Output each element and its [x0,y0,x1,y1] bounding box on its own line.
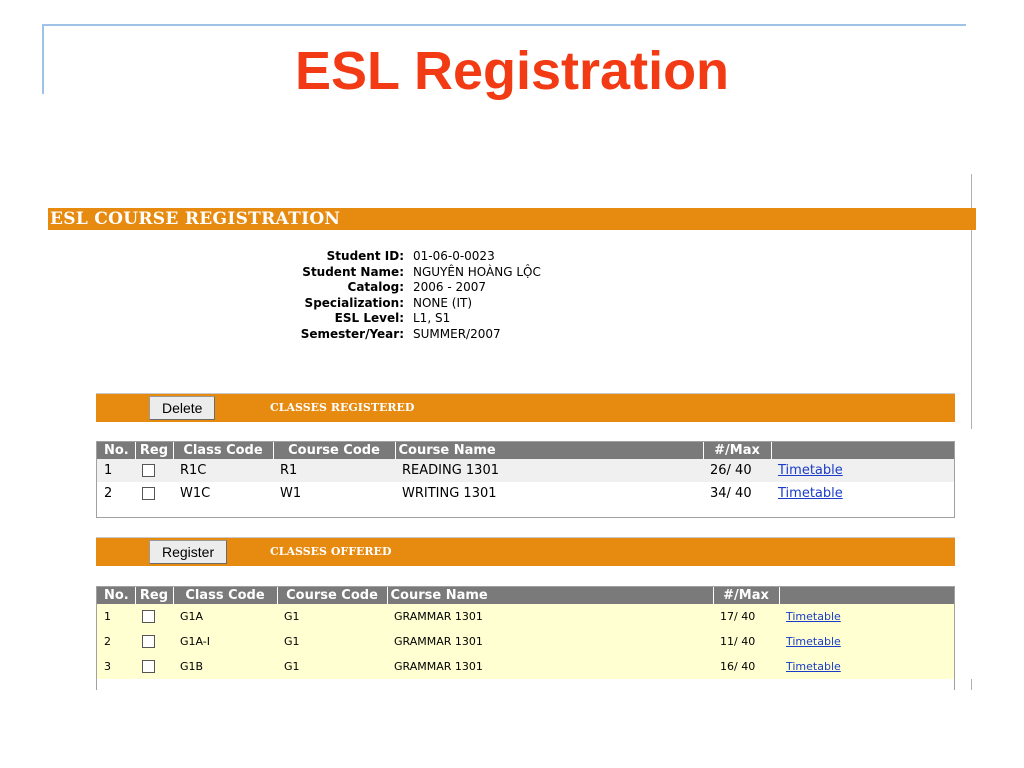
timetable-link[interactable]: Timetable [786,660,841,673]
col-count-max: #/Max [702,442,771,459]
enrollment-count: 34/ 40 [703,482,771,505]
offered-table: No. Reg Class Code Course Code Course Na… [97,587,954,679]
row-number: 2 [97,629,135,654]
col-no: No. [97,587,135,604]
course-code: W1 [273,482,395,505]
row-number: 3 [97,654,135,679]
col-reg: Reg [134,442,173,459]
semester-year-label: Semester/Year: [300,326,404,341]
registration-screenshot: ESL COURSE REGISTRATION Student ID: Stud… [48,174,976,690]
reg-cell [135,604,173,629]
register-button[interactable]: Register [149,540,228,564]
timetable-cell: Timetable [779,629,954,654]
window-edge-lower [971,679,972,690]
col-course-name: Course Name [386,587,713,604]
esl-level-value: L1, S1 [413,311,451,325]
slide-title: ESL Registration [294,41,730,101]
course-code: R1 [273,459,395,482]
specialization-label: Specialization: [304,295,404,310]
slide-border-top [42,24,966,26]
reg-cell [135,654,173,679]
student-info-values: 01-06-0-0023 NGUYÊN HOÀNG LỘC 2006 - 200… [413,249,541,342]
col-actions [778,587,954,604]
timetable-cell: Timetable [779,654,954,679]
col-reg: Reg [134,587,173,604]
reg-cell [135,629,173,654]
registered-table: No. Reg Class Code Course Code Course Na… [97,442,954,505]
col-course-code: Course Code [276,587,387,604]
course-code: G1 [277,629,387,654]
catalog-value: 2006 - 2007 [413,280,487,294]
table-row: 2 W1C W1 WRITING 1301 34/ 40 Timetable [97,482,954,505]
timetable-link[interactable]: Timetable [778,463,843,478]
course-name: GRAMMAR 1301 [387,654,713,679]
course-code: G1 [277,604,387,629]
specialization-value: NONE (IT) [413,295,473,310]
reg-checkbox[interactable] [142,610,155,624]
reg-checkbox[interactable] [142,464,155,477]
col-count-max: #/Max [712,587,779,604]
class-code: R1C [173,459,273,482]
student-name-value: NGUYÊN HOÀNG LỘC [413,264,541,279]
semester-year-value: SUMMER/2007 [413,326,501,341]
class-code: W1C [173,482,273,505]
course-name: GRAMMAR 1301 [387,629,713,654]
table-row: 1 R1C R1 READING 1301 26/ 40 Timetable [97,459,954,482]
col-class-code: Class Code [172,587,277,604]
class-code: G1B [173,654,277,679]
enrollment-count: 26/ 40 [703,459,771,482]
col-course-name: Course Name [394,442,703,459]
reg-cell [135,459,173,482]
reg-checkbox[interactable] [142,635,155,649]
course-name: GRAMMAR 1301 [387,604,713,629]
col-actions [770,442,954,459]
row-number: 1 [97,604,135,629]
reg-checkbox[interactable] [142,660,155,674]
enrollment-count: 16/ 40 [713,654,779,679]
course-name: READING 1301 [395,459,703,482]
col-course-code: Course Code [272,442,395,459]
reg-cell [135,482,173,505]
timetable-cell: Timetable [779,604,954,629]
row-number: 2 [97,482,135,505]
enrollment-count: 11/ 40 [713,629,779,654]
offered-toolbar: Register CLASSES OFFERED [96,537,955,566]
course-name: WRITING 1301 [395,482,703,505]
table-header-row: No. Reg Class Code Course Code Course Na… [97,587,954,604]
catalog-label: Catalog: [347,280,404,294]
table-row: 1 G1A G1 GRAMMAR 1301 17/ 40 Timetable [97,604,954,629]
offered-section-title: CLASSES OFFERED [270,545,392,558]
course-code: G1 [277,654,387,679]
col-class-code: Class Code [172,442,273,459]
col-no: No. [97,442,135,459]
delete-button[interactable]: Delete [149,396,216,420]
table-header-row: No. Reg Class Code Course Code Course Na… [97,442,954,459]
registered-section-title: CLASSES REGISTERED [270,401,415,414]
table-row: 3 G1B G1 GRAMMAR 1301 16/ 40 Timetable [97,654,954,679]
reg-checkbox[interactable] [142,487,155,500]
timetable-cell: Timetable [771,482,954,505]
row-number: 1 [97,459,135,482]
student-name-label: Student Name: [302,264,404,279]
student-info-labels: Student ID: Student Name: Catalog: Speci… [228,249,404,342]
timetable-link[interactable]: Timetable [786,635,841,648]
class-code: G1A [173,604,277,629]
student-id-label: Student ID: [326,249,404,263]
timetable-cell: Timetable [771,459,954,482]
registered-toolbar: Delete CLASSES REGISTERED [96,393,955,422]
class-code: G1A-I [173,629,277,654]
page-banner: ESL COURSE REGISTRATION [48,208,976,230]
student-id-value: 01-06-0-0023 [413,249,495,263]
esl-level-label: ESL Level: [334,311,404,325]
table-row: 2 G1A-I G1 GRAMMAR 1301 11/ 40 Timetable [97,629,954,654]
timetable-link[interactable]: Timetable [786,610,841,623]
timetable-link[interactable]: Timetable [778,486,843,501]
enrollment-count: 17/ 40 [713,604,779,629]
